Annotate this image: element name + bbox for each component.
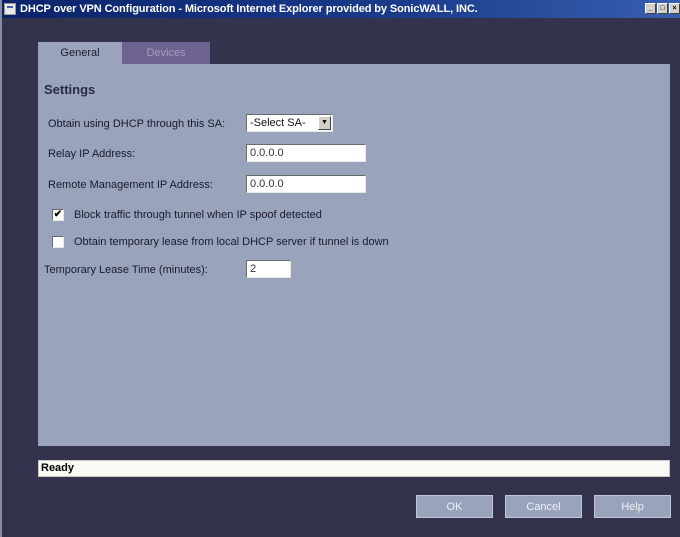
ok-button[interactable]: OK — [416, 495, 493, 518]
lease-time-label: Temporary Lease Time (minutes): — [44, 264, 208, 276]
title-bar: DHCP over VPN Configuration - Microsoft … — [2, 0, 680, 18]
settings-heading: Settings — [44, 82, 96, 97]
cancel-button[interactable]: Cancel — [505, 495, 582, 518]
sa-select-value: -Select SA- — [250, 117, 306, 129]
dialog-window: DHCP over VPN Configuration - Microsoft … — [0, 0, 680, 537]
window-controls: _ □ × — [645, 3, 680, 14]
help-button[interactable]: Help — [594, 495, 671, 518]
minimize-button[interactable]: _ — [645, 3, 656, 14]
chevron-down-icon[interactable]: ▼ — [318, 116, 331, 130]
close-button[interactable]: × — [669, 3, 680, 14]
block-spoof-checkbox[interactable]: ✔ — [52, 209, 64, 221]
status-bar: Ready — [38, 460, 670, 477]
sa-select[interactable]: -Select SA- ▼ — [246, 114, 333, 132]
block-spoof-label: Block traffic through tunnel when IP spo… — [74, 209, 322, 221]
temp-lease-label: Obtain temporary lease from local DHCP s… — [74, 236, 389, 248]
relay-ip-label: Relay IP Address: — [48, 148, 136, 160]
temp-lease-checkbox[interactable] — [52, 236, 64, 248]
maximize-button[interactable]: □ — [657, 3, 668, 14]
remote-mgmt-ip-label: Remote Management IP Address: — [48, 179, 213, 191]
tab-bar: General Devices — [38, 42, 210, 64]
settings-panel: Settings Obtain using DHCP through this … — [38, 64, 670, 446]
relay-ip-input[interactable]: 0.0.0.0 — [246, 144, 366, 162]
tab-general[interactable]: General — [38, 42, 122, 64]
lease-time-input[interactable]: 2 — [246, 260, 291, 278]
sa-label: Obtain using DHCP through this SA: — [48, 118, 226, 130]
window-title: DHCP over VPN Configuration - Microsoft … — [20, 3, 478, 15]
remote-mgmt-ip-input[interactable]: 0.0.0.0 — [246, 175, 366, 193]
ie-app-icon — [4, 3, 16, 15]
tab-devices[interactable]: Devices — [122, 42, 210, 64]
